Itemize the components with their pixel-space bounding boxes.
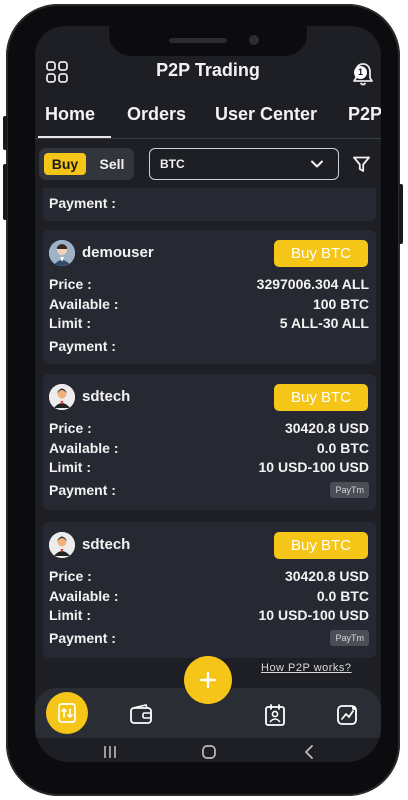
tab-user-center[interactable]: User Center (215, 104, 317, 125)
offer-card: sdtech Buy BTC Price : 30420.8 USD Avail… (43, 374, 376, 510)
coin-select-value: BTC (160, 157, 185, 171)
sell-toggle-button[interactable]: Sell (95, 153, 129, 175)
price-label: Price : (49, 276, 92, 292)
price-value: 30420.8 USD (284, 420, 369, 436)
price-label: Price : (49, 420, 92, 436)
limit-row: Limit : 5 ALL-30 ALL (49, 315, 369, 333)
home-icon[interactable] (201, 744, 217, 760)
available-label: Available : (49, 588, 119, 604)
limit-value: 5 ALL-30 ALL (279, 315, 369, 331)
offer-card: sdtech Buy BTC Price : 30420.8 USD Avail… (43, 522, 376, 658)
notification-badge: 1 (354, 66, 367, 79)
available-row: Available : 100 BTC (49, 296, 369, 314)
page-title: P2P Trading (156, 60, 260, 80)
payment-label: Payment : (49, 195, 116, 211)
payment-method-badge: PayTm (330, 630, 369, 646)
funnel-icon[interactable] (353, 156, 370, 173)
filter-bar: Buy Sell BTC (35, 144, 381, 184)
user-avatar-icon (49, 240, 75, 266)
nav-item-exchange[interactable] (46, 692, 88, 734)
avatar (49, 532, 75, 558)
avatar (49, 384, 75, 410)
limit-label: Limit : (49, 315, 91, 331)
camera (249, 35, 259, 45)
limit-label: Limit : (49, 607, 91, 623)
phone-side-button (399, 184, 403, 244)
user-avatar-icon (49, 384, 75, 410)
system-nav-bar (35, 738, 381, 762)
payment-label: Payment : (49, 630, 116, 646)
price-row: Price : 3297006.304 ALL (49, 276, 369, 294)
add-button[interactable] (184, 656, 232, 704)
available-value: 0.0 BTC (316, 588, 369, 604)
available-label: Available : (49, 440, 119, 456)
phone-side-button (3, 116, 7, 150)
back-icon[interactable] (303, 744, 315, 760)
username: sdtech (82, 388, 131, 405)
user-avatar-icon (49, 532, 75, 558)
username: demouser (82, 244, 154, 261)
speaker-grille (169, 38, 227, 43)
payment-label: Payment : (49, 338, 116, 354)
buy-btc-button[interactable]: Buy BTC (274, 532, 368, 559)
offer-card-partial: Payment : (43, 188, 376, 221)
phone-side-button (3, 164, 7, 220)
payment-label: Payment : (49, 482, 116, 498)
wallet-icon[interactable] (129, 703, 153, 727)
chevron-down-icon (311, 160, 323, 168)
price-row: Price : 30420.8 USD (49, 568, 369, 586)
exchange-icon (58, 703, 76, 723)
tab-bar: Home Orders User Center P2P (35, 98, 381, 139)
limit-row: Limit : 10 USD-100 USD (49, 607, 369, 625)
price-value: 30420.8 USD (284, 568, 369, 584)
avatar (49, 240, 75, 266)
active-tab-indicator (38, 136, 111, 138)
tab-home[interactable]: Home (45, 104, 95, 125)
available-value: 0.0 BTC (316, 440, 369, 456)
username: sdtech (82, 536, 131, 553)
buy-toggle-button[interactable]: Buy (44, 153, 86, 175)
payment-method-badge: PayTm (330, 482, 369, 498)
plus-icon (199, 671, 217, 689)
contact-card-icon[interactable] (263, 703, 287, 727)
bottom-nav (35, 656, 381, 762)
buy-btc-button[interactable]: Buy BTC (274, 240, 368, 267)
available-label: Available : (49, 296, 119, 312)
buy-btc-button[interactable]: Buy BTC (274, 384, 368, 411)
available-row: Available : 0.0 BTC (49, 440, 369, 458)
tab-p2p[interactable]: P2P (348, 104, 381, 125)
phone-notch (109, 26, 307, 56)
buy-sell-toggle: Buy Sell (39, 148, 134, 180)
available-value: 100 BTC (312, 296, 369, 312)
recent-apps-icon[interactable] (102, 745, 118, 759)
price-row: Price : 30420.8 USD (49, 420, 369, 438)
limit-row: Limit : 10 USD-100 USD (49, 459, 369, 477)
price-value: 3297006.304 ALL (256, 276, 369, 292)
available-row: Available : 0.0 BTC (49, 588, 369, 606)
app-header: P2P Trading 1 (35, 56, 381, 96)
offer-card: demouser Buy BTC Price : 3297006.304 ALL… (43, 230, 376, 364)
payment-row: Payment : (49, 195, 369, 213)
limit-value: 10 USD-100 USD (258, 607, 370, 623)
limit-label: Limit : (49, 459, 91, 475)
coin-select[interactable]: BTC (149, 148, 339, 180)
payment-row: Payment : PayTm (49, 482, 369, 500)
payment-row: Payment : PayTm (49, 630, 369, 648)
payment-row: Payment : (49, 338, 369, 356)
app-screen: P2P Trading 1 Home Orders User Center P2… (35, 26, 381, 762)
price-label: Price : (49, 568, 92, 584)
chart-icon[interactable] (335, 703, 359, 727)
phone-frame: P2P Trading 1 Home Orders User Center P2… (3, 4, 403, 796)
how-p2p-works-link[interactable]: How P2P works? (261, 662, 352, 674)
limit-value: 10 USD-100 USD (258, 459, 370, 475)
tab-orders[interactable]: Orders (127, 104, 186, 125)
